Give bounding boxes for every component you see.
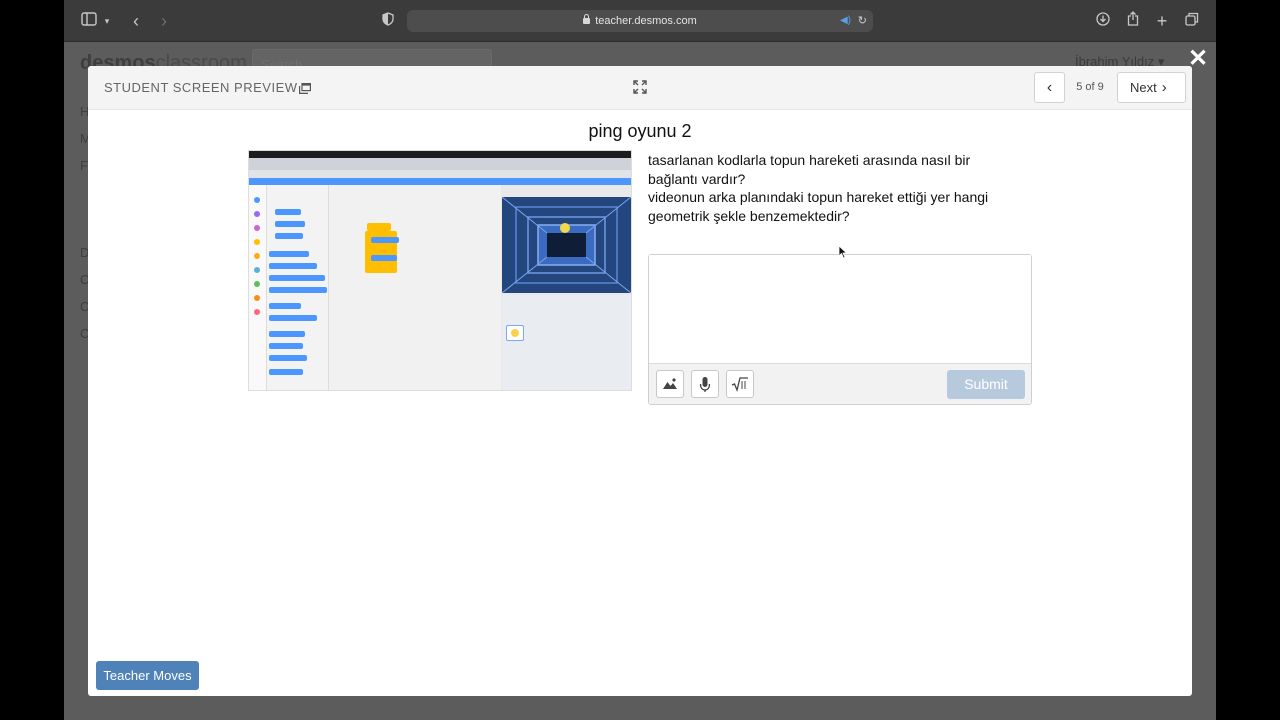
screen-title: ping oyunu 2 [588,121,692,141]
image-icon [663,378,677,389]
code-block [275,221,305,227]
code-block [269,251,309,257]
modal-title: STUDENT SCREEN PREVIEW [104,80,298,95]
next-label: Next [1130,80,1157,95]
answer-toolbar: Submit [649,363,1031,404]
forward-icon[interactable]: › [156,11,172,31]
cursor-icon [838,245,848,259]
lock-icon [583,14,591,24]
speaker-icon[interactable]: ◀) [840,10,851,32]
video-code-area [329,185,501,390]
category-dot [254,211,260,217]
video-player[interactable] [248,150,632,391]
code-block [269,331,305,337]
popout-icon[interactable] [299,81,311,94]
reload-icon[interactable]: ↻ [858,10,867,32]
fullscreen-icon[interactable] [633,80,647,94]
question-prompt: tasarlanan kodlarla topun hareketi arası… [648,151,1018,225]
chevron-right-icon: › [1161,79,1167,96]
teacher-moves-button[interactable]: Teacher Moves [96,661,199,690]
record-audio-button[interactable] [691,370,719,398]
question-line: videonun arka planındaki topun hareket e… [648,189,989,224]
code-block [269,263,317,269]
download-icon[interactable] [1095,11,1111,31]
background-sidebar-item: F [80,158,88,173]
modal-header: STUDENT SCREEN PREVIEW ‹ 5 of 9 Next › [88,66,1192,110]
event-block [367,223,391,231]
code-block [371,255,397,261]
category-dot [254,253,260,259]
submit-button[interactable]: Submit [947,370,1025,399]
category-dot [254,225,260,231]
sidebar-icon[interactable] [80,11,98,31]
category-dot [254,267,260,273]
video-addressbar [249,170,631,178]
category-dot [254,295,260,301]
code-block [275,233,303,239]
chevron-down-icon[interactable]: ▾ [102,11,112,31]
shield-icon[interactable] [380,11,396,31]
student-preview-modal: STUDENT SCREEN PREVIEW ‹ 5 of 9 Next › pi… [88,66,1192,696]
code-block [269,315,317,321]
previous-screen-button[interactable]: ‹ [1034,72,1065,103]
video-tabs [249,158,631,170]
code-block [269,303,301,309]
category-dot [254,309,260,315]
tabs-icon[interactable] [1184,11,1200,31]
code-block [269,343,303,349]
share-icon[interactable] [1125,11,1141,31]
video-menubar [249,151,631,158]
video-stage [502,197,631,293]
microphone-icon [699,377,711,392]
code-block [269,287,327,293]
insert-image-button[interactable] [656,370,684,398]
category-dot [254,197,260,203]
address-bar[interactable]: teacher.desmos.com ◀) ↻ [407,10,873,32]
math-icon [731,377,748,393]
code-block [269,355,307,361]
code-block [269,369,303,375]
answer-input[interactable] [649,255,1031,363]
category-dot [254,239,260,245]
code-block [275,209,301,215]
answer-box: Submit [648,254,1032,405]
question-line: tasarlanan kodlarla topun hareketi arası… [648,152,971,187]
code-block [269,275,325,281]
chevron-left-icon: ‹ [1046,79,1053,96]
category-dot [254,281,260,287]
video-block-palette [267,185,329,390]
video-scratch-header [249,178,631,185]
browser-window: ▾ ‹ › teacher.desmos.com ◀) ↻ + desmoscl… [64,0,1216,720]
address-url: teacher.desmos.com [595,15,697,27]
back-icon[interactable]: ‹ [128,11,144,31]
code-block [371,237,399,243]
sprite-thumbnail [506,325,524,341]
video-sprite-pane [502,295,631,390]
new-tab-icon[interactable]: + [1154,11,1170,31]
page-count: 5 of 9 [1076,81,1104,93]
next-screen-button[interactable]: Next › [1117,72,1186,103]
video-categories [249,185,267,390]
browser-toolbar: ▾ ‹ › teacher.desmos.com ◀) ↻ + [64,0,1216,42]
math-input-button[interactable] [726,370,754,398]
